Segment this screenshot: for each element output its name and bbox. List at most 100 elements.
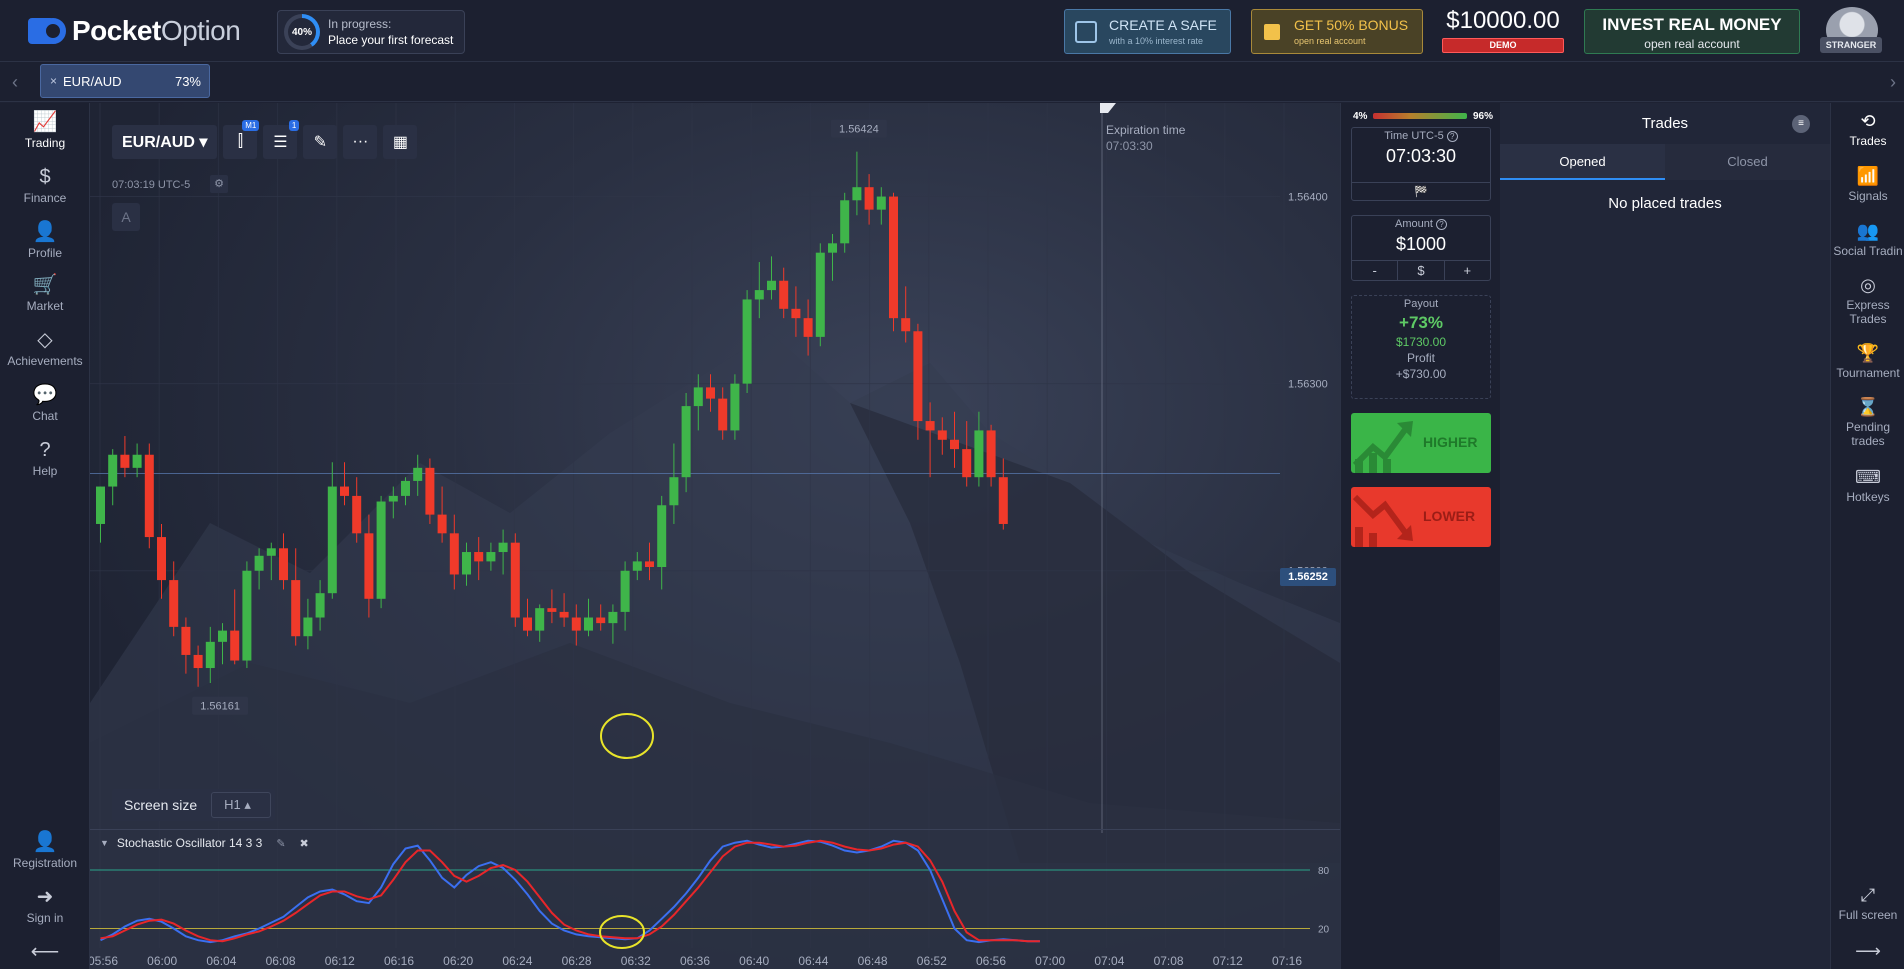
time-tick-label: 06:28 (562, 954, 592, 968)
time-tick-label: 06:56 (976, 954, 1006, 968)
sidebar-item-trading[interactable]: 📈 Trading (0, 111, 90, 150)
sidebar-item-help[interactable]: ? Help (0, 439, 90, 478)
logo[interactable]: PocketOption (28, 14, 241, 48)
logo-text-light: Option (160, 15, 241, 46)
higher-button[interactable]: HIGHER (1351, 413, 1491, 473)
arrow-right-icon: ⟶ (1855, 941, 1881, 961)
candle-up (693, 387, 703, 407)
chart-type-icon: ⫿ (237, 133, 243, 150)
bonus-button[interactable]: GET 50% BONUS open real account (1251, 9, 1423, 54)
asset-tab-eur-aud[interactable]: × EUR/AUD 73% (40, 64, 210, 98)
chart-type-button[interactable]: ⫿ M1 (223, 120, 260, 159)
sidebar-item-label: Chat (32, 409, 58, 423)
sidebar-collapse-button[interactable]: ⟵ (0, 941, 90, 963)
user-icon: 👤 (32, 221, 58, 243)
right-nav-trades[interactable]: ⟲ Trades (1831, 111, 1904, 148)
screen-size-control[interactable]: Screen size H1 ▴ (112, 789, 276, 821)
candle-down (779, 280, 789, 309)
candle-down (706, 387, 715, 399)
indicators-button[interactable]: ☰ 1 (263, 120, 300, 159)
screen-size-select[interactable]: H1 ▴ (211, 792, 272, 818)
candle-down (998, 477, 1008, 524)
sidebar-item-finance[interactable]: $ Finance (0, 166, 90, 205)
time-value[interactable]: 07:03:30 (1352, 146, 1490, 167)
layout-button[interactable]: ▦ (383, 125, 418, 159)
candle-down (352, 495, 362, 534)
pencil-icon[interactable]: ✎ (276, 837, 285, 850)
more-options-button[interactable]: ··· (343, 125, 378, 159)
drawing-tools-button[interactable]: ✎ (303, 125, 338, 159)
user-status-badge: STRANGER (1820, 37, 1882, 53)
lower-button[interactable]: LOWER (1351, 487, 1491, 547)
dollar-icon: $ (39, 166, 51, 188)
express-trades-icon: ◎ (1860, 275, 1876, 295)
close-icon[interactable]: × (50, 74, 57, 88)
chevron-left-icon[interactable]: ‹ (12, 72, 18, 93)
candle-up (730, 383, 740, 431)
right-nav-social-trading[interactable]: 👥 Social Tradin (1831, 221, 1904, 258)
sidebar-item-sign-in[interactable]: ➜ Sign in (0, 886, 90, 925)
timeframe-badge: M1 (242, 120, 260, 131)
list-icon[interactable]: ≡ (1792, 115, 1810, 133)
amount-decrease-button[interactable]: - (1352, 261, 1399, 280)
help-icon[interactable]: ? (1435, 218, 1447, 230)
amount-value[interactable]: $1000 (1352, 234, 1490, 255)
balance-display[interactable]: $10000.00 DEMO (1440, 7, 1566, 53)
sidebar-item-registration[interactable]: 👤 Registration (0, 831, 90, 870)
trading-icon: 📈 (32, 111, 58, 133)
tab-closed[interactable]: Closed (1665, 144, 1830, 180)
sidebar-item-achievements[interactable]: ◇ Achievements (0, 329, 90, 368)
create-safe-button[interactable]: CREATE A SAFE with a 10% interest rate (1064, 9, 1231, 54)
right-nav-label: Hotkeys (1846, 490, 1890, 504)
help-icon[interactable]: ? (1446, 130, 1458, 142)
oscillator-level-label: 80 (1318, 866, 1330, 877)
diamond-icon: ◇ (37, 329, 53, 351)
candle-down (803, 318, 813, 337)
candle-down (864, 187, 874, 210)
stochastic-d-line (100, 839, 1040, 943)
onboarding-progress[interactable]: 40% In progress: Place your first foreca… (277, 10, 465, 54)
right-nav-signals[interactable]: 📶 Signals (1831, 166, 1904, 203)
right-nav-hotkeys[interactable]: ⌨ Hotkeys (1831, 467, 1904, 504)
asset-selector[interactable]: EUR/AUD ▾ (112, 125, 218, 159)
right-nav-label: Signals (1848, 189, 1888, 203)
chat-icon: 💬 (32, 384, 58, 406)
candle-up (535, 608, 545, 631)
gift-icon (1264, 23, 1280, 40)
price-tick-label: 1.56300 (1288, 379, 1328, 391)
user-plus-icon: 👤 (32, 831, 58, 853)
sidebar-item-market[interactable]: 🛒 Market (0, 274, 90, 313)
gear-icon[interactable]: ⚙ (210, 175, 228, 193)
right-nav-tournaments[interactable]: 🏆 Tournament (1831, 343, 1904, 380)
right-nav-expand[interactable]: ⟶ (1831, 941, 1904, 961)
flag-icon[interactable]: 🏁 (1352, 182, 1490, 200)
time-tick-label: 06:12 (325, 954, 355, 968)
time-tick-label: 07:12 (1213, 954, 1243, 968)
currency-button[interactable]: $ (1398, 261, 1445, 280)
sidebar-item-profile[interactable]: 👤 Profile (0, 221, 90, 260)
lower-label: LOWER (1423, 508, 1476, 524)
amount-selector[interactable]: Amount? $1000 - $ + (1351, 215, 1491, 281)
candle-down (937, 430, 947, 440)
right-nav-pending-trades[interactable]: ⌛ Pending trades (1831, 397, 1904, 448)
right-nav-express-trades[interactable]: ◎ Express Trades (1831, 275, 1904, 326)
account-mode-badge[interactable]: DEMO (1442, 38, 1564, 53)
time-caption: Time UTC-5 (1384, 130, 1444, 142)
chevron-right-icon[interactable]: › (1890, 72, 1896, 93)
right-nav-fullscreen[interactable]: ⤢ Full screen (1831, 885, 1904, 922)
close-indicator-icon[interactable]: ✖ (300, 837, 309, 850)
price-chart[interactable]: 05:56 06:00 06:04 06:08 06:12 06:16 06:20 06:24… (90, 103, 1340, 969)
tab-opened[interactable]: Opened (1500, 144, 1665, 180)
candle-down (950, 439, 959, 450)
sidebar-item-chat[interactable]: 💬 Chat (0, 384, 90, 423)
autoscale-button[interactable]: A (112, 203, 140, 231)
asset-tab-name: EUR/AUD (63, 73, 122, 89)
amount-increase-button[interactable]: + (1445, 261, 1490, 280)
time-selector[interactable]: Time UTC-5? 07:03:30 🏁 (1351, 127, 1491, 201)
candle-up (498, 542, 508, 553)
low-price-label: 1.56161 (200, 701, 240, 713)
asset-tab-row: ‹ × EUR/AUD 73% › (0, 62, 1904, 102)
collapse-indicator-icon[interactable]: ▼ (100, 838, 109, 848)
invest-real-money-button[interactable]: INVEST REAL MONEY open real account (1584, 9, 1800, 54)
candle-down (364, 533, 374, 599)
